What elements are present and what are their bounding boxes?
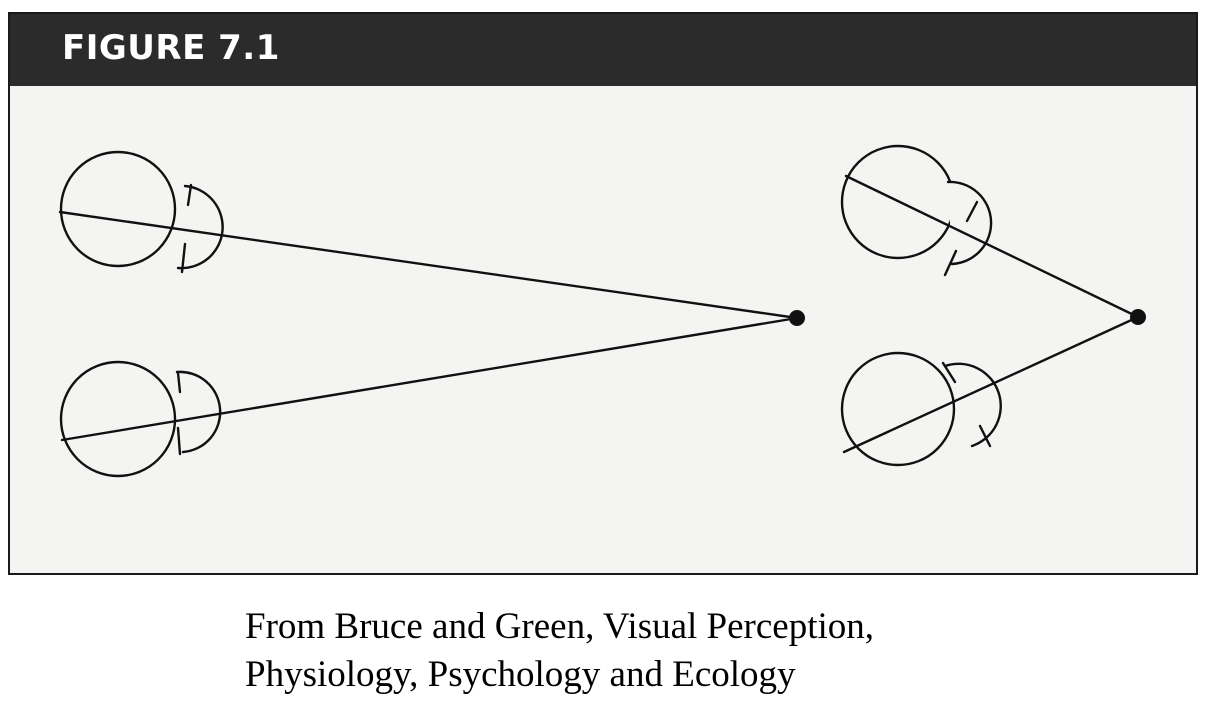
sight-line-top-left	[58, 210, 799, 320]
fixation-point-near	[789, 310, 805, 326]
eye-top-left	[59, 150, 224, 274]
eye-bottom-right	[840, 351, 1002, 467]
figure-caption: From Bruce and Green, Visual Perception,…	[245, 603, 1145, 699]
sight-line-bottom-left	[60, 316, 799, 442]
fixation-point-far	[1130, 309, 1146, 325]
caption-line-2: Physiology, Psychology and Ecology	[245, 654, 796, 695]
caption-line-1: From Bruce and Green, Visual Perception,	[245, 606, 875, 647]
eye-bottom-left	[59, 360, 222, 478]
eye-convergence-diagram	[58, 144, 1146, 478]
figure-panel: FIGURE 7.1	[8, 12, 1198, 575]
